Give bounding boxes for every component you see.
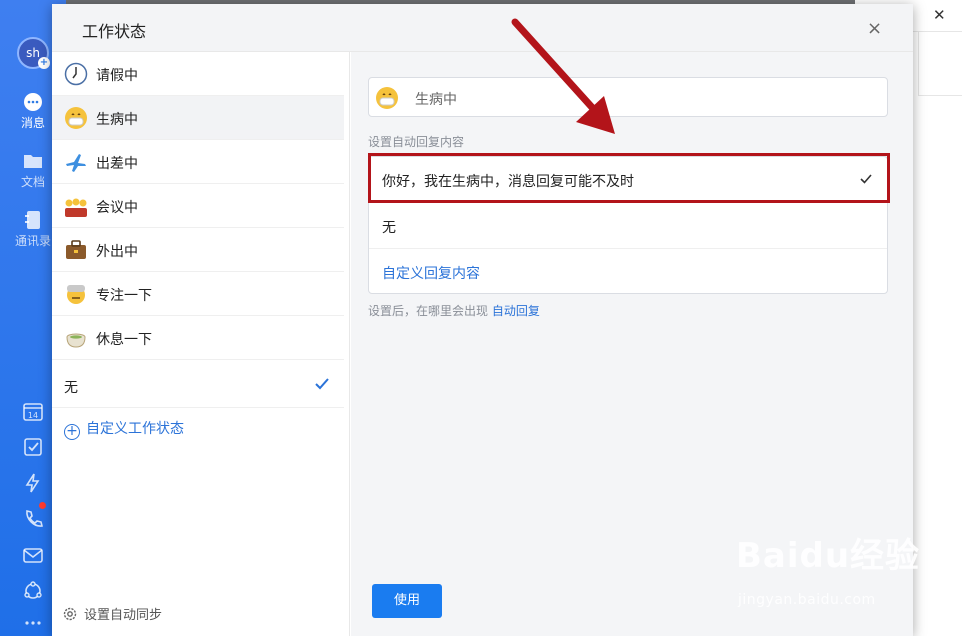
custom-reply-link: 自定义回复内容 [382, 266, 480, 282]
status-item-sick[interactable]: 生病中 [52, 96, 344, 140]
status-name-value: 生病中 [415, 92, 457, 108]
svg-text:14: 14 [28, 411, 38, 420]
folder-icon [24, 155, 42, 168]
notification-dot [39, 502, 46, 509]
status-item-rest[interactable]: 休息一下 [52, 316, 344, 360]
avatar-add-icon[interactable]: + [38, 57, 50, 69]
status-label: 请假中 [96, 68, 138, 84]
message-icon [24, 93, 42, 111]
add-circle-icon: + [64, 424, 80, 440]
airplane-icon [66, 154, 86, 172]
annotation-highlight-box [368, 153, 890, 203]
nav-label-contacts: 通讯录 [14, 234, 51, 248]
auto-reply-link[interactable]: 自动回复 [492, 304, 540, 318]
briefcase-icon [66, 240, 86, 259]
use-button[interactable]: 使用 [372, 584, 442, 618]
nav-label-docs: 文档 [20, 175, 45, 189]
background-divider [918, 32, 962, 96]
auto-sync-setting[interactable]: 设置自动同步 [62, 604, 162, 623]
focus-face-icon [67, 285, 85, 304]
mail-icon[interactable] [22, 544, 44, 566]
sick-face-icon [376, 87, 398, 109]
status-item-none[interactable]: 无 [52, 364, 344, 408]
close-icon[interactable]: × [867, 18, 882, 39]
hint-text: 设置后，在哪里会出现 [368, 304, 489, 318]
calendar-icon[interactable]: 14 [22, 400, 44, 422]
gear-icon [63, 607, 77, 621]
more-icon[interactable] [22, 612, 44, 634]
window-close-icon[interactable]: ✕ [933, 6, 946, 24]
meeting-people-icon [65, 198, 87, 217]
custom-status-button[interactable]: + 自定义工作状态 [64, 418, 184, 440]
reply-option-custom[interactable]: 自定义回复内容 [369, 249, 887, 295]
status-label: 休息一下 [96, 332, 152, 348]
lightning-icon[interactable] [22, 472, 44, 494]
status-list: 请假中 生病中 出差中 会议中 外出中 专注一下 休息一下 无 + 自定义工作状… [52, 52, 350, 636]
annotation-arrow-icon [511, 18, 615, 134]
status-label: 生病中 [96, 112, 138, 128]
todo-check-icon[interactable] [22, 436, 44, 458]
phone-icon[interactable] [22, 508, 44, 530]
check-icon [315, 378, 329, 390]
status-item-out[interactable]: 外出中 [52, 228, 344, 272]
reply-option-text: 无 [382, 220, 396, 236]
reply-option-none[interactable]: 无 [369, 203, 887, 249]
auto-reply-label: 设置自动回复内容 [368, 135, 465, 149]
auto-reply-hint: 设置后，在哪里会出现 自动回复 [368, 302, 540, 319]
watermark-logo: Baidu经验 [736, 536, 921, 576]
dialog-header: 工作状态 × [52, 4, 913, 52]
status-item-business-trip[interactable]: 出差中 [52, 140, 344, 184]
status-item-focus[interactable]: 专注一下 [52, 272, 344, 316]
auto-sync-label: 设置自动同步 [84, 608, 163, 623]
dialog-title: 工作状态 [82, 22, 147, 41]
status-label: 外出中 [96, 244, 138, 260]
custom-status-label: 自定义工作状态 [86, 421, 184, 437]
status-label: 出差中 [96, 156, 138, 172]
contacts-book-icon [25, 211, 40, 229]
status-label: 会议中 [96, 200, 138, 216]
watermark-url: jingyan.baidu.com [738, 592, 876, 608]
nav-label-messages: 消息 [20, 116, 45, 130]
tea-cup-icon [66, 333, 86, 348]
status-item-meeting[interactable]: 会议中 [52, 184, 344, 228]
status-item-leave[interactable]: 请假中 [52, 52, 344, 96]
workspace-icon[interactable] [22, 580, 44, 602]
status-label: 无 [64, 380, 78, 396]
status-label: 专注一下 [96, 288, 152, 304]
sick-face-icon [65, 107, 87, 129]
clock-icon [64, 62, 88, 86]
